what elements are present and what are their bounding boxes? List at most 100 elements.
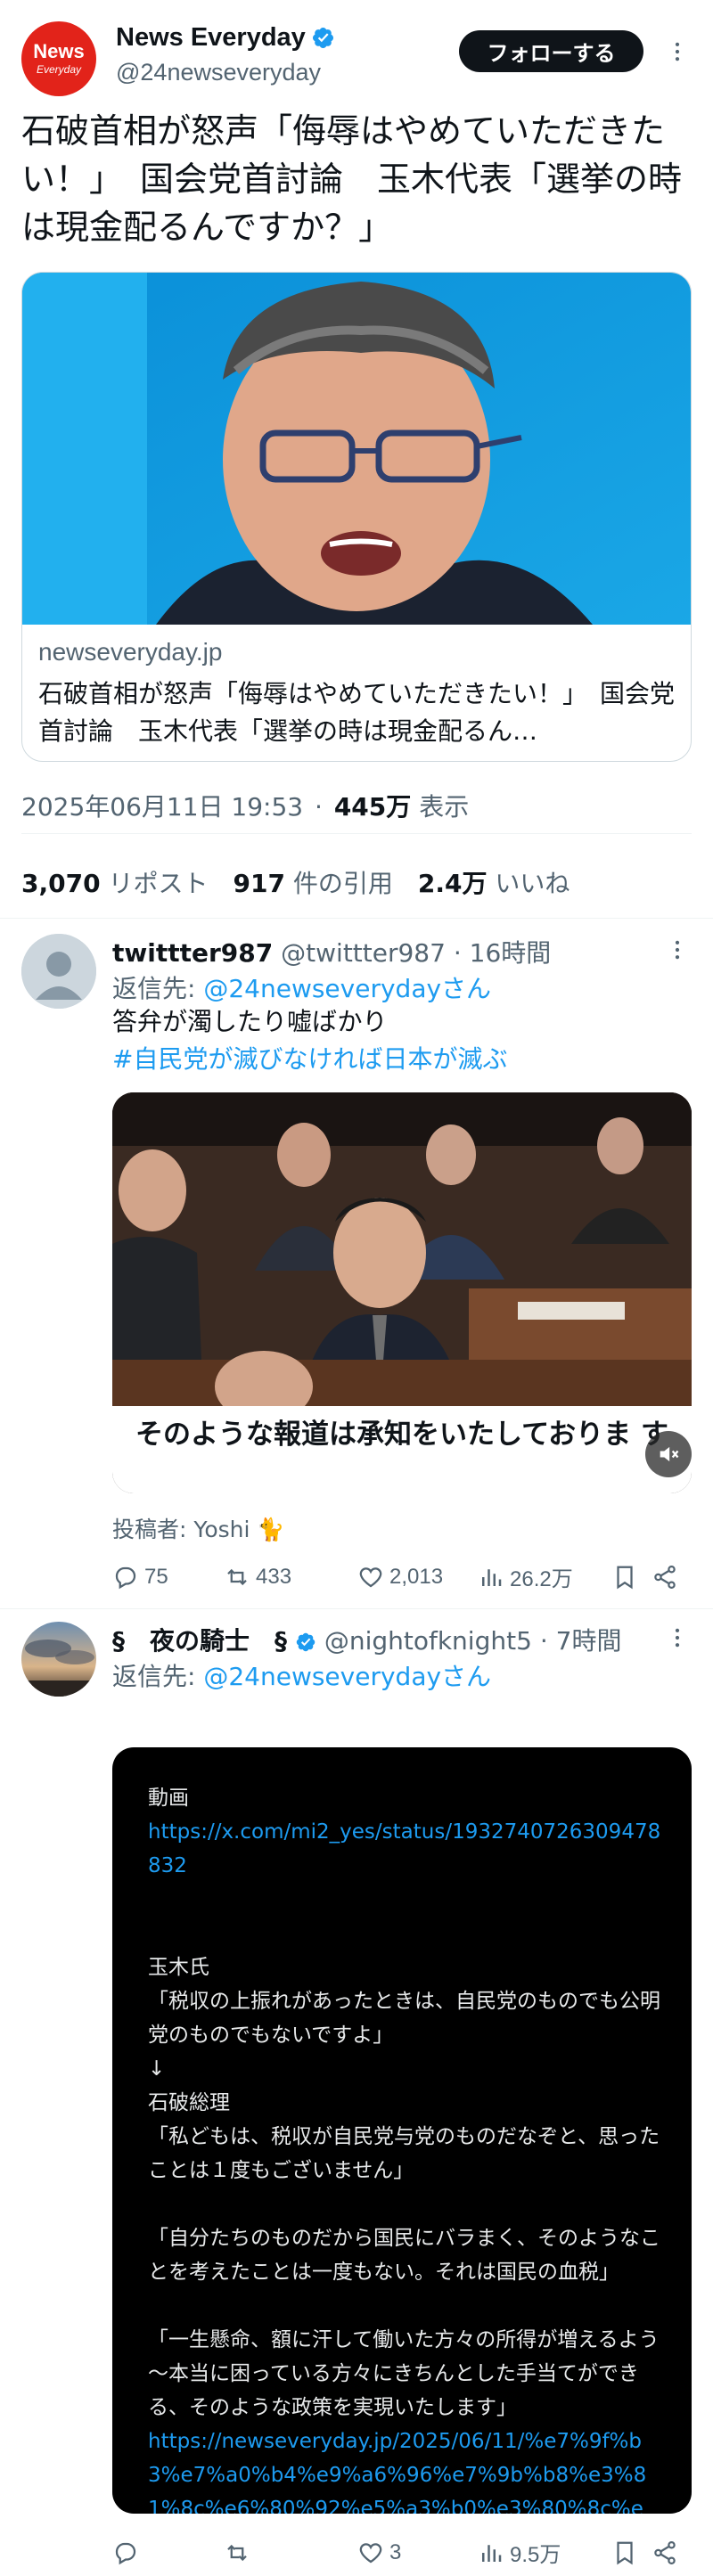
reply-to-line: 返信先: @24newseverydayさん bbox=[112, 1657, 491, 1693]
repost-icon bbox=[227, 1568, 247, 1585]
reply-time[interactable]: 7時間 bbox=[556, 1626, 622, 1656]
reposts-label: リポスト bbox=[108, 869, 209, 898]
mute-button[interactable] bbox=[645, 1431, 692, 1477]
share-icon bbox=[654, 2540, 676, 2564]
quotes-label: 件の引用 bbox=[292, 869, 393, 898]
like-button[interactable]: 2,013 bbox=[357, 1564, 478, 1591]
like-count: 3 bbox=[389, 2539, 402, 2564]
comment-icon bbox=[115, 1566, 136, 1589]
reply-actions: 75 433 2,013 26.2万 bbox=[112, 1561, 692, 1592]
share-icon bbox=[654, 1565, 676, 1589]
poster-credit: 投稿者: Yoshi 🐈 bbox=[112, 1517, 285, 1542]
divider bbox=[0, 918, 713, 919]
repost-button[interactable] bbox=[224, 2539, 357, 2566]
more-dots-icon bbox=[675, 42, 680, 61]
reposts-count: 3,070 bbox=[21, 869, 101, 898]
reply-to-link[interactable]: @24newseverydayさん bbox=[203, 974, 491, 1003]
post-stats: 3,070 リポスト 917 件の引用 2.4万 いいね bbox=[21, 864, 570, 900]
sunset-avatar-image bbox=[21, 1622, 96, 1697]
image-line: 動画 bbox=[148, 1787, 189, 1810]
repost-count: 433 bbox=[256, 1564, 292, 1589]
reply-video[interactable]: そのような報道は承知をいたしておりま す bbox=[112, 1092, 692, 1493]
follow-button[interactable]: フォローする bbox=[459, 30, 643, 72]
likes-count: 2.4万 bbox=[417, 869, 488, 898]
more-dots-icon bbox=[675, 940, 680, 960]
author-name-row[interactable]: News Everyday bbox=[116, 23, 335, 53]
link-card[interactable]: newseveryday.jp 石破首相が怒声「侮辱はやめていただきたい！」 国… bbox=[21, 272, 692, 762]
views-button[interactable]: 9.5万 bbox=[478, 2537, 611, 2568]
reply-count: 75 bbox=[144, 1564, 168, 1589]
analytics-icon bbox=[482, 1568, 502, 1586]
reply-to-label: 返信先: bbox=[112, 974, 196, 1003]
author-avatar[interactable]: News Everyday bbox=[21, 21, 96, 96]
reply-text-line: 答弁が濁したり嘘ばかり bbox=[112, 1007, 388, 1036]
card-title: 石破首相が怒声「侮辱はやめていただきたい！」 国会党首討論 玉木代表「選挙の時は… bbox=[38, 679, 676, 746]
reply-header: twittter987 @twittter987 · 16時間 bbox=[112, 938, 552, 968]
image-line: 「一生懸命、額に汗して働いた方々の所得が増えるよう～本当に困っている方々にきちん… bbox=[148, 2328, 660, 2419]
repost-icon bbox=[227, 2544, 247, 2561]
bookmark-icon bbox=[617, 2541, 633, 2564]
image-text: 動画 https://x.com/mi2_yes/status/19327407… bbox=[148, 1781, 665, 2514]
quotes-count: 917 bbox=[233, 869, 285, 898]
divider bbox=[0, 1608, 713, 1609]
reply-actions: 3 9.5万 bbox=[112, 2537, 692, 2568]
bookmark-icon bbox=[617, 1566, 633, 1589]
post-text: 石破首相が怒声「侮辱はやめていただきたい！」 国会党首討論 玉木代表「選挙の時は… bbox=[21, 111, 683, 247]
default-avatar-icon bbox=[21, 934, 96, 1009]
share-button[interactable] bbox=[652, 2539, 678, 2566]
likes-stat[interactable]: 2.4万 いいね bbox=[418, 864, 570, 900]
like-button[interactable]: 3 bbox=[357, 2539, 478, 2566]
image-line: ↓ bbox=[148, 2057, 166, 2081]
video-frame bbox=[112, 1092, 692, 1406]
like-count: 2,013 bbox=[389, 1564, 444, 1589]
image-link: https://x.com/mi2_yes/status/19327407263… bbox=[148, 1820, 661, 1877]
avatar-logo-subtext: Everyday bbox=[36, 63, 82, 76]
hashtag-link[interactable]: #自民党が滅びなければ日本が滅ぶ bbox=[112, 1044, 507, 1074]
views-button[interactable]: 26.2万 bbox=[478, 1561, 611, 1592]
heart-icon bbox=[359, 1566, 382, 1587]
likes-label: いいね bbox=[495, 869, 570, 898]
reply-to-label: 返信先: bbox=[112, 1662, 196, 1691]
repost-button[interactable]: 433 bbox=[224, 1564, 357, 1591]
image-line: 「私どもは、税収が自民党与党のものだなぞと、思ったことは１度もございません」 bbox=[148, 2125, 660, 2182]
share-button[interactable] bbox=[652, 1564, 678, 1591]
reply-to-link[interactable]: @24newseverydayさん bbox=[203, 1662, 491, 1691]
reply-more-icon[interactable] bbox=[660, 1620, 695, 1656]
reply-button[interactable] bbox=[112, 2539, 224, 2566]
reply-time[interactable]: 16時間 bbox=[470, 938, 552, 968]
reply-text: 答弁が濁したり嘘ばかり #自民党が滅びなければ日本が滅ぶ bbox=[112, 1003, 692, 1078]
author-handle[interactable]: @24newseveryday bbox=[116, 59, 321, 86]
reposts-stat[interactable]: 3,070 リポスト bbox=[21, 864, 209, 900]
more-dots-icon bbox=[675, 1628, 680, 1648]
avatar-logo-text: News bbox=[33, 40, 85, 62]
video-caption: そのような報道は承知をいたしておりま す bbox=[112, 1406, 692, 1493]
reply-avatar[interactable] bbox=[21, 1622, 96, 1697]
reply-author-handle[interactable]: @twittter987 bbox=[281, 938, 446, 968]
bookmark-button[interactable] bbox=[611, 2539, 652, 2566]
verified-badge-icon bbox=[312, 27, 333, 49]
heart-icon bbox=[359, 2542, 382, 2563]
bookmark-button[interactable] bbox=[611, 1564, 652, 1591]
image-line: 「自分たちのものだから国民にバラまく、そのようなことを考えたことは一度もない。そ… bbox=[148, 2227, 660, 2284]
reply-header: § 夜の騎士 § @nightofknight5 · 7時間 bbox=[112, 1626, 622, 1656]
image-line: 「税収の上振れがあったときは、自民党のものでも公明党のものでもないですよ」 bbox=[148, 1990, 660, 2047]
reply-to-line: 返信先: @24newseverydayさん bbox=[112, 969, 491, 1005]
reply-author-name[interactable]: twittter987 bbox=[112, 938, 273, 968]
card-image bbox=[22, 273, 691, 625]
reply-image[interactable]: 動画 https://x.com/mi2_yes/status/19327407… bbox=[112, 1747, 692, 2514]
views-label: 表示 bbox=[419, 792, 470, 822]
image-link: https://newseveryday.jp/2025/06/11/%e7%9… bbox=[148, 2430, 647, 2514]
analytics-icon bbox=[482, 2544, 502, 2562]
reply-more-icon[interactable] bbox=[660, 932, 695, 968]
reply-author-name[interactable]: § 夜の騎士 § bbox=[112, 1626, 287, 1656]
post-timestamp[interactable]: 2025年06月11日 19:53 bbox=[21, 792, 303, 822]
reply-avatar[interactable] bbox=[21, 934, 96, 1009]
image-line: 石破総理 bbox=[148, 2091, 230, 2114]
card-domain: newseveryday.jp bbox=[38, 638, 223, 666]
reply-author-handle[interactable]: @nightofknight5 bbox=[324, 1626, 532, 1656]
quotes-stat[interactable]: 917 件の引用 bbox=[234, 864, 393, 900]
author-name[interactable]: News Everyday bbox=[116, 23, 306, 53]
reply-button[interactable]: 75 bbox=[112, 1564, 224, 1591]
verified-badge-icon bbox=[296, 1632, 316, 1652]
more-icon[interactable] bbox=[660, 34, 695, 70]
